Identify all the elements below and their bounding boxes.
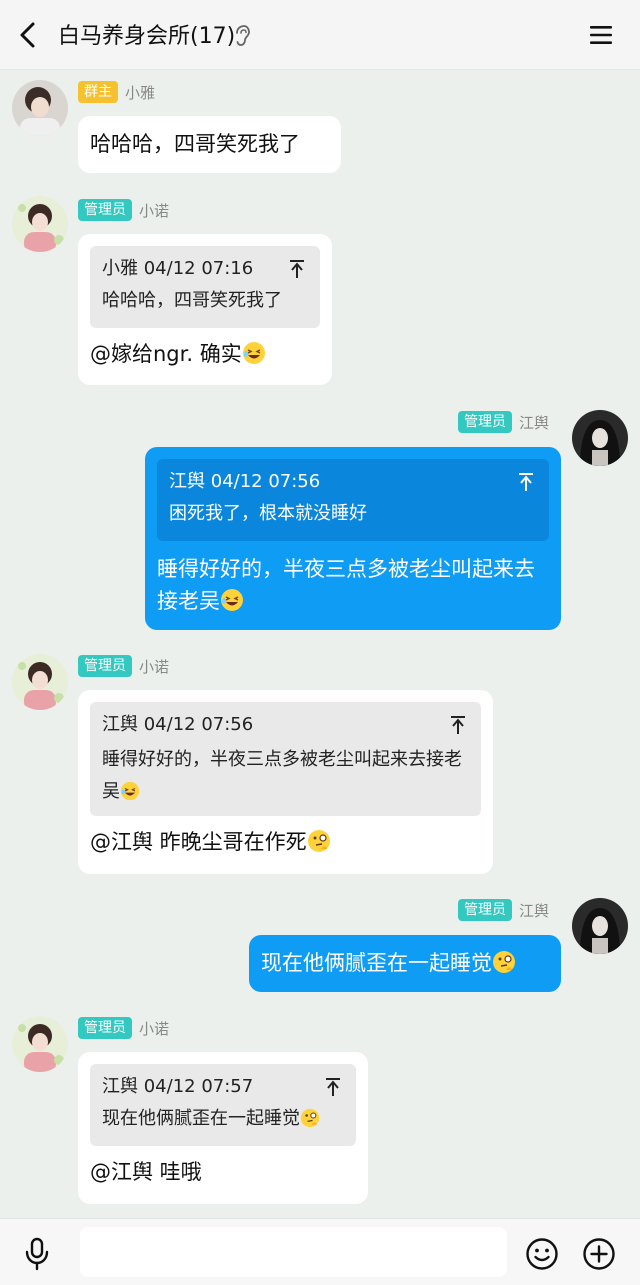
microphone-icon[interactable] [22, 1237, 52, 1271]
sender-meta: 管理员 江舆 [458, 410, 549, 434]
plus-circle-icon[interactable] [582, 1237, 616, 1271]
quoted-message[interactable]: 小雅 04/12 07:16 哈哈哈，四哥笑死我了 [90, 246, 320, 328]
quote-header: 小雅 04/12 07:16 [102, 258, 254, 279]
message-text: @江舆 哇哦 [90, 1160, 202, 1184]
role-badge: 管理员 [458, 411, 512, 433]
sender-name[interactable]: 江舆 [519, 900, 549, 921]
input-bar [0, 1218, 640, 1285]
message-right: 管理员 江舆 现在他俩腻歪在一起睡觉 [0, 892, 640, 1012]
sender-name[interactable]: 江舆 [519, 412, 549, 433]
quote-header: 江舆 04/12 07:56 [169, 471, 321, 492]
message-bubble[interactable]: 江舆 04/12 07:56 困死我了，根本就没睡好 睡得好好的，半夜三点多被老… [145, 447, 561, 630]
jump-to-top-icon[interactable] [449, 714, 467, 736]
sender-meta: 管理员 小诺 [78, 1016, 169, 1040]
avatar[interactable] [12, 196, 68, 252]
laughing-emoji-icon [221, 589, 243, 611]
quote-body: 哈哈哈，四哥笑死我了 [102, 290, 282, 311]
message-left: 管理员 小诺 江舆 04/12 07:57 现在他俩腻歪在一起睡觉 @江舆 哇哦 [0, 1010, 640, 1218]
message-bubble[interactable]: 江舆 04/12 07:56 睡得好好的，半夜三点多被老尘叫起来去接老吴 @江舆… [78, 690, 493, 874]
message-input[interactable] [80, 1227, 507, 1277]
avatar[interactable] [12, 1016, 68, 1072]
ear-icon[interactable] [232, 24, 252, 48]
jump-to-top-icon[interactable] [324, 1076, 342, 1098]
quote-header: 江舆 04/12 07:57 [102, 1076, 254, 1097]
message-left: 管理员 小诺 江舆 04/12 07:56 睡得好好的，半夜三点多被老尘叫起来去… [0, 646, 640, 886]
quote-body: 现在他俩腻歪在一起睡觉 [102, 1106, 344, 1132]
smiley-icon[interactable] [525, 1237, 559, 1271]
message-bubble[interactable]: 现在他俩腻歪在一起睡觉 [249, 935, 561, 992]
message-bubble[interactable]: 江舆 04/12 07:57 现在他俩腻歪在一起睡觉 @江舆 哇哦 [78, 1052, 368, 1204]
quote-body: 睡得好好的，半夜三点多被老尘叫起来去接老吴 [102, 749, 462, 802]
sender-name[interactable]: 小雅 [125, 82, 155, 103]
message-bubble[interactable]: 小雅 04/12 07:16 哈哈哈，四哥笑死我了 @嫁给ngr. 确实 [78, 234, 332, 385]
message-text: 现在他俩腻歪在一起睡觉 [261, 947, 549, 980]
quoted-message[interactable]: 江舆 04/12 07:56 困死我了，根本就没睡好 [157, 459, 549, 541]
message-bubble[interactable]: 哈哈哈，四哥笑死我了 [78, 116, 341, 173]
chat-area[interactable]: 群主 小雅 哈哈哈，四哥笑死我了 管理员 小诺 小雅 04/12 07:16 哈… [0, 70, 640, 1218]
laughing-emoji-icon [242, 342, 265, 364]
sender-meta: 管理员 小诺 [78, 198, 169, 222]
message-text: 睡得好好的，半夜三点多被老尘叫起来去接老吴 [157, 557, 535, 613]
role-badge: 群主 [78, 81, 118, 103]
quote-header: 江舆 04/12 07:56 [102, 714, 254, 735]
message-right: 管理员 江舆 江舆 04/12 07:56 困死我了，根本就没睡好 睡得好好的，… [0, 406, 640, 646]
sender-meta: 管理员 江舆 [458, 898, 549, 922]
role-badge: 管理员 [78, 1017, 132, 1039]
thinking-emoji-icon [307, 830, 330, 852]
role-badge: 管理员 [78, 655, 132, 677]
jump-to-top-icon[interactable] [517, 471, 535, 493]
thinking-emoji-icon [493, 951, 515, 973]
quoted-message[interactable]: 江舆 04/12 07:56 睡得好好的，半夜三点多被老尘叫起来去接老吴 [90, 702, 481, 816]
role-badge: 管理员 [458, 899, 512, 921]
menu-icon[interactable] [586, 20, 616, 50]
chat-title[interactable]: 白马养身会所(17) [58, 18, 235, 50]
message-left: 管理员 小诺 小雅 04/12 07:16 哈哈哈，四哥笑死我了 @嫁给ngr.… [0, 190, 640, 400]
sender-meta: 管理员 小诺 [78, 654, 169, 678]
jump-to-top-icon[interactable] [288, 258, 306, 280]
role-badge: 管理员 [78, 199, 132, 221]
quote-body: 困死我了，根本就没睡好 [169, 503, 367, 524]
message-left: 群主 小雅 哈哈哈，四哥笑死我了 [0, 70, 640, 190]
thinking-emoji-icon [300, 1108, 320, 1128]
top-bar: 白马养身会所(17) [0, 0, 640, 70]
sender-meta: 群主 小雅 [78, 80, 155, 104]
laughing-emoji-icon [120, 781, 140, 801]
quoted-message[interactable]: 江舆 04/12 07:57 现在他俩腻歪在一起睡觉 [90, 1064, 356, 1146]
avatar[interactable] [12, 654, 68, 710]
avatar[interactable] [12, 80, 68, 136]
avatar[interactable] [572, 410, 628, 466]
sender-name[interactable]: 小诺 [139, 200, 169, 221]
sender-name[interactable]: 小诺 [139, 1018, 169, 1039]
avatar[interactable] [572, 898, 628, 954]
back-arrow-icon[interactable] [14, 20, 44, 50]
message-text: 哈哈哈，四哥笑死我了 [90, 132, 300, 156]
message-text: @嫁给ngr. 确实 [90, 340, 320, 368]
sender-name[interactable]: 小诺 [139, 656, 169, 677]
message-text: @江舆 昨晚尘哥在作死 [90, 828, 481, 856]
